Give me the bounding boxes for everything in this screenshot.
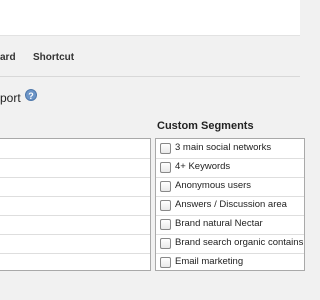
segment-label: Brand natural Nectar — [175, 218, 263, 229]
page-title: port — [0, 91, 21, 105]
list-item[interactable] — [0, 215, 150, 235]
segment-label: Email marketing — [175, 256, 244, 267]
segment-checkbox[interactable] — [160, 143, 171, 154]
segment-checkbox[interactable] — [160, 200, 171, 211]
list-item[interactable] — [0, 234, 150, 254]
top-bar — [0, 0, 300, 35]
segment-item-3-main-social-networks[interactable]: 3 main social networks — [156, 139, 304, 159]
segment-item-4-plus-keywords[interactable]: 4+ Keywords — [156, 158, 304, 178]
list-item[interactable] — [0, 196, 150, 216]
segment-checkbox[interactable] — [160, 181, 171, 192]
segment-item-brand-natural-nectar[interactable]: Brand natural Nectar — [156, 215, 304, 235]
segment-label: Brand search organic contains — [175, 237, 304, 248]
standard-segments-list — [0, 138, 151, 271]
help-icon[interactable]: ? — [25, 89, 37, 101]
custom-segments-list: 3 main social networks 4+ Keywords Anony… — [155, 138, 305, 271]
segment-checkbox[interactable] — [160, 238, 171, 249]
tab-bar: ard Shortcut — [0, 35, 300, 77]
segment-label: 4+ Keywords — [175, 161, 231, 172]
segment-item-brand-search-organic[interactable]: Brand search organic contains — [156, 234, 304, 254]
list-item[interactable] — [0, 177, 150, 197]
custom-segments-heading: Custom Segments — [157, 120, 254, 132]
segment-label: Answers / Discussion area — [175, 199, 287, 210]
segment-label: 3 main social networks — [175, 142, 272, 153]
segment-label: Anonymous users — [175, 180, 252, 191]
list-item[interactable] — [0, 158, 150, 178]
segment-item-anonymous-users[interactable]: Anonymous users — [156, 177, 304, 197]
segment-item-answers-discussion-area[interactable]: Answers / Discussion area — [156, 196, 304, 216]
segment-checkbox[interactable] — [160, 219, 171, 230]
tab-dashboard[interactable]: ard — [0, 52, 16, 63]
segment-item-email-marketing[interactable]: Email marketing — [156, 253, 304, 270]
list-item[interactable] — [0, 139, 150, 159]
segment-checkbox[interactable] — [160, 257, 171, 268]
tab-shortcut[interactable]: Shortcut — [33, 52, 74, 63]
segment-checkbox[interactable] — [160, 162, 171, 173]
